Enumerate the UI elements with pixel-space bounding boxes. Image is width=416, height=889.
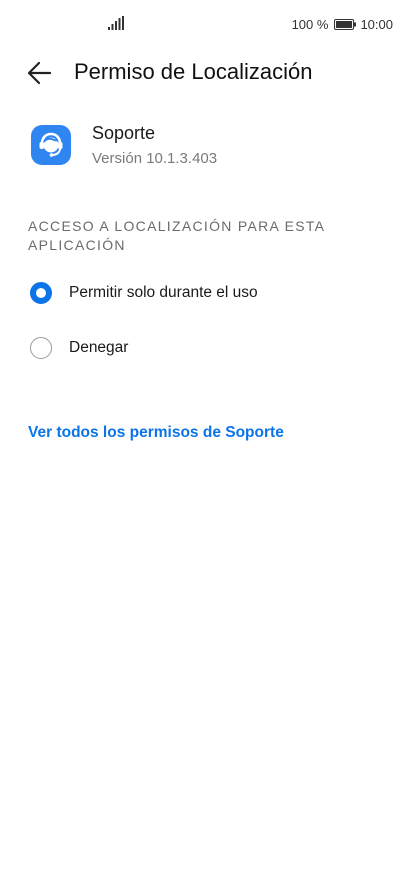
option-label: Denegar <box>69 339 129 356</box>
status-bar: 100 % 10:00 <box>0 0 416 46</box>
radio-button-checked[interactable] <box>30 282 52 304</box>
app-version: Versión 10.1.3.403 <box>92 150 218 167</box>
view-all-permissions-link[interactable]: Ver todos los permisos de Soporte <box>28 424 284 442</box>
option-deny[interactable]: Denegar <box>28 328 388 368</box>
battery-percent: 100 % <box>291 16 329 32</box>
page-title: Permiso de Localización <box>74 59 313 84</box>
section-title: ACCESO A LOCALIZACIÓN PARA ESTA APLICACI… <box>28 218 325 253</box>
back-button[interactable] <box>22 56 58 90</box>
radio-button-unchecked[interactable] <box>30 337 52 359</box>
support-headset-icon <box>39 132 63 157</box>
signal-icon <box>108 16 124 30</box>
option-label: Permitir solo durante el uso <box>69 284 258 301</box>
arrow-left-icon <box>27 61 52 85</box>
app-icon <box>31 125 71 165</box>
header: Permiso de Localización <box>0 50 416 96</box>
app-name: Soporte <box>92 123 156 143</box>
clock: 10:00 <box>360 16 393 32</box>
option-allow-while-using[interactable]: Permitir solo durante el uso <box>28 273 388 313</box>
status-right: 100 % 10:00 <box>292 15 393 33</box>
battery-icon <box>334 18 357 30</box>
